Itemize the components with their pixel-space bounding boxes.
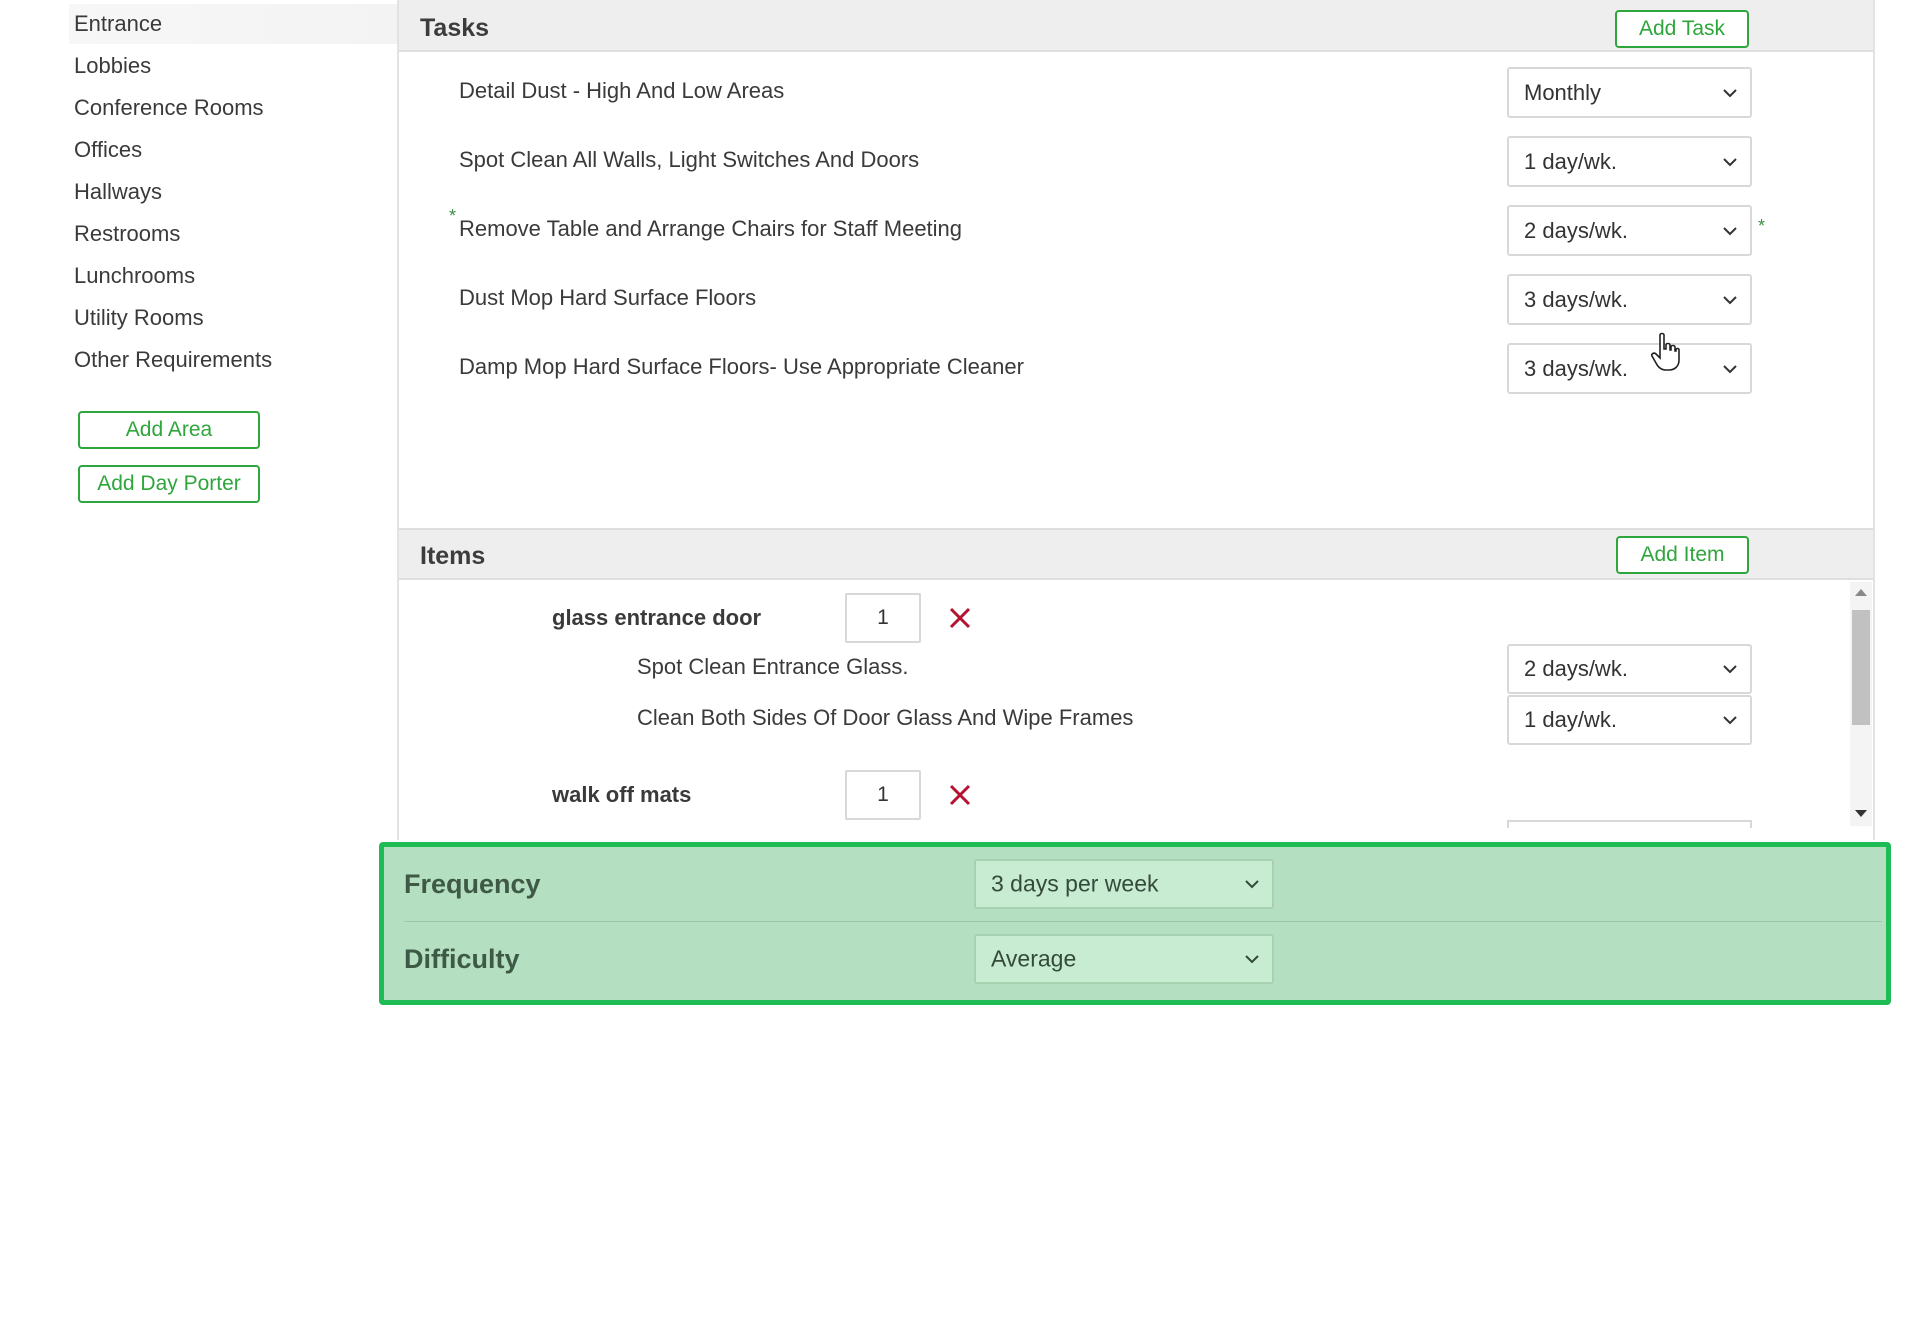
- tasks-header: Tasks Add Task: [399, 0, 1873, 52]
- tasks-title: Tasks: [420, 14, 490, 42]
- difficulty-label: Difficulty: [404, 944, 520, 974]
- task-label: Detail Dust - High And Low Areas: [459, 78, 785, 103]
- item-name: walk off mats: [552, 782, 692, 807]
- area-item-entrance[interactable]: Entrance: [69, 4, 397, 44]
- subtask-frequency-select[interactable]: 2 days/wk.: [1507, 644, 1752, 694]
- scroll-thumb[interactable]: [1852, 610, 1870, 725]
- area-item-lunchrooms[interactable]: Lunchrooms: [74, 256, 195, 296]
- chevron-down-icon: [1723, 665, 1737, 674]
- task-frequency-value: 1 day/wk.: [1524, 148, 1617, 174]
- subtask-frequency-select[interactable]: 1 day/wk.: [1507, 695, 1752, 745]
- chevron-down-icon: [1723, 88, 1737, 97]
- difficulty-value: Average: [991, 945, 1077, 972]
- required-marker: *: [1758, 216, 1766, 236]
- scroll-down-arrow-icon[interactable]: [1855, 810, 1867, 818]
- task-frequency-select[interactable]: 3 days/wk.: [1507, 274, 1752, 325]
- items-header: Items Add Item: [399, 528, 1873, 580]
- item-quantity-input[interactable]: 1: [845, 593, 921, 643]
- add-task-button[interactable]: Add Task: [1615, 10, 1749, 48]
- area-item-restrooms[interactable]: Restrooms: [74, 214, 180, 254]
- frequency-row: Frequency 3 days per week: [404, 849, 1882, 922]
- area-sidebar: Entrance Lobbies Conference Rooms Office…: [0, 0, 397, 520]
- chevron-down-icon: [1723, 157, 1737, 166]
- add-day-porter-button[interactable]: Add Day Porter: [78, 465, 260, 503]
- required-marker: *: [449, 206, 457, 226]
- frequency-select[interactable]: 3 days per week: [974, 859, 1274, 909]
- task-frequency-value: 3 days/wk.: [1524, 286, 1628, 312]
- add-area-button[interactable]: Add Area: [78, 411, 260, 449]
- task-label: Remove Table and Arrange Chairs for Staf…: [459, 216, 963, 241]
- task-frequency-select[interactable]: 3 days/wk.: [1507, 343, 1752, 394]
- chevron-down-icon: [1723, 226, 1737, 235]
- chevron-down-icon: [1723, 295, 1737, 304]
- area-item-lobbies[interactable]: Lobbies: [74, 46, 151, 86]
- area-item-hallways[interactable]: Hallways: [74, 172, 162, 212]
- difficulty-select[interactable]: Average: [974, 934, 1274, 984]
- task-frequency-value: Monthly: [1524, 79, 1602, 105]
- area-detail-panel: Tasks Add Task Detail Dust - High And Lo…: [397, 0, 1875, 840]
- subtask-frequency-value: 1 day/wk.: [1524, 707, 1617, 732]
- items-scrollbar[interactable]: [1850, 582, 1872, 826]
- subtask-frequency-select[interactable]: [1507, 820, 1752, 828]
- chevron-down-icon: [1723, 716, 1737, 725]
- item-name: glass entrance door: [552, 605, 762, 630]
- area-item-conference-rooms[interactable]: Conference Rooms: [74, 88, 264, 128]
- task-frequency-select[interactable]: Monthly: [1507, 67, 1752, 118]
- item-subtask-label: Spot Clean Entrance Glass.: [637, 654, 909, 679]
- chevron-down-icon: [1245, 880, 1259, 889]
- hand-cursor-icon: [1651, 332, 1680, 371]
- task-frequency-value: 2 days/wk.: [1524, 217, 1628, 243]
- item-quantity-input[interactable]: 1: [845, 770, 921, 820]
- remove-item-icon[interactable]: [947, 605, 973, 631]
- frequency-difficulty-highlight: Frequency 3 days per week Difficulty Ave…: [379, 842, 1891, 1005]
- frequency-value: 3 days per week: [991, 870, 1159, 897]
- scroll-up-arrow-icon[interactable]: [1855, 588, 1867, 596]
- task-label: Damp Mop Hard Surface Floors- Use Approp…: [459, 354, 1024, 379]
- items-title: Items: [420, 542, 486, 570]
- chevron-down-icon: [1245, 955, 1259, 964]
- subtask-frequency-value: 2 days/wk.: [1524, 656, 1628, 681]
- item-subtask-label: Clean Both Sides Of Door Glass And Wipe …: [637, 705, 1134, 730]
- task-frequency-value: 3 days/wk.: [1524, 355, 1628, 381]
- chevron-down-icon: [1723, 364, 1737, 373]
- task-frequency-select[interactable]: 2 days/wk.: [1507, 205, 1752, 256]
- area-item-other-requirements[interactable]: Other Requirements: [74, 340, 272, 380]
- frequency-label: Frequency: [404, 869, 541, 899]
- difficulty-row: Difficulty Average: [404, 924, 1882, 996]
- area-item-offices[interactable]: Offices: [74, 130, 142, 170]
- task-label: Dust Mop Hard Surface Floors: [459, 285, 757, 310]
- area-item-utility-rooms[interactable]: Utility Rooms: [74, 298, 204, 338]
- add-item-button[interactable]: Add Item: [1616, 536, 1749, 574]
- task-label: Spot Clean All Walls, Light Switches And…: [459, 147, 920, 172]
- task-frequency-select[interactable]: 1 day/wk.: [1507, 136, 1752, 187]
- remove-item-icon[interactable]: [947, 782, 973, 808]
